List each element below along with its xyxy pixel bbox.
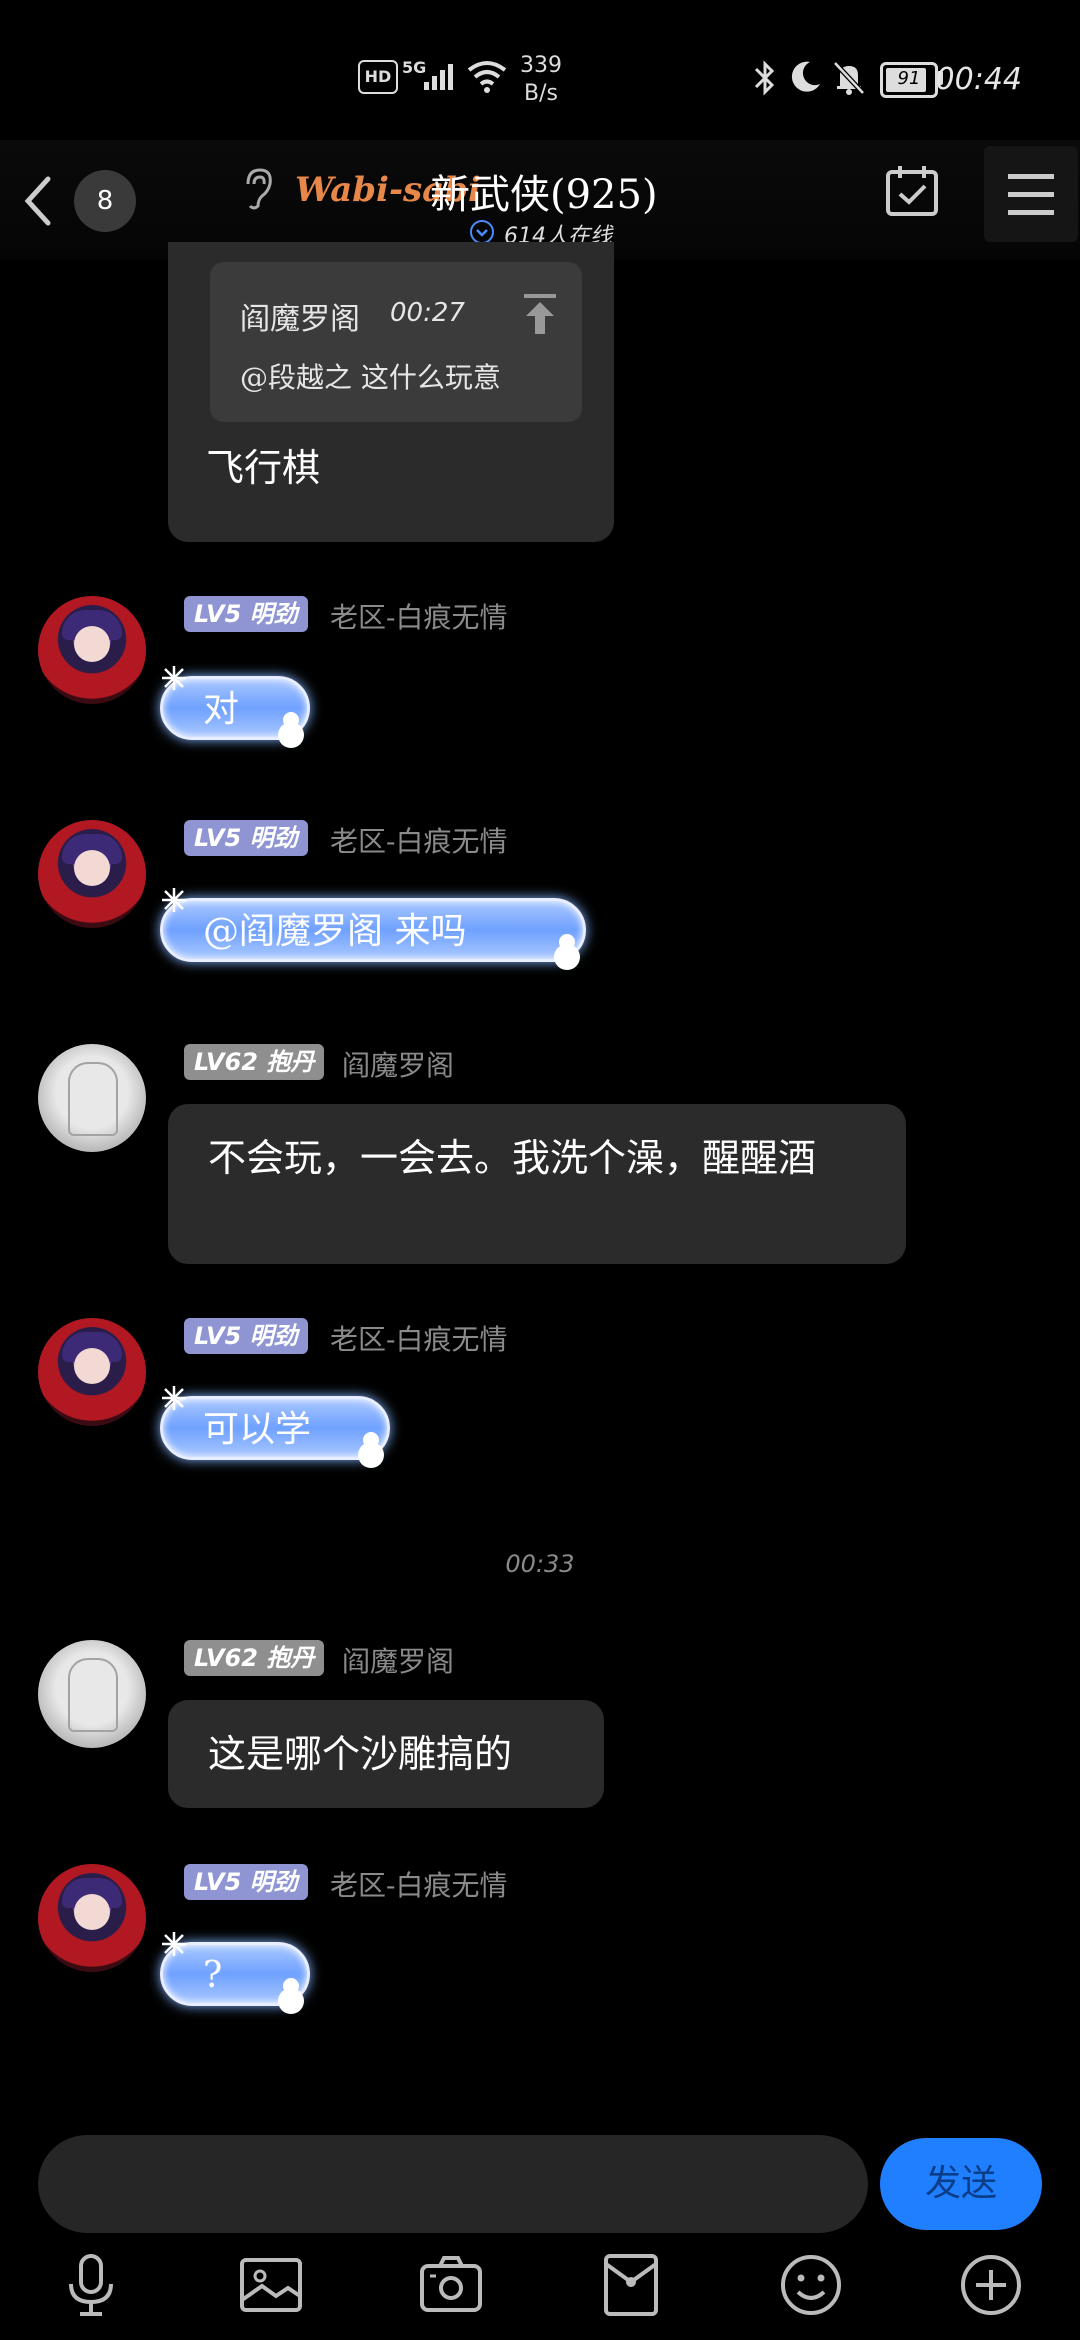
bluetooth-icon: [752, 60, 778, 96]
avatar[interactable]: [38, 1864, 146, 1972]
hd-badge: HD: [358, 60, 398, 94]
sender-name[interactable]: 老区-白痕无情: [330, 820, 507, 860]
level-badge: LV62 抱丹: [184, 1640, 325, 1676]
level-badge: LV5 明劲: [184, 1318, 308, 1354]
emoji-icon[interactable]: [776, 2250, 846, 2320]
camera-icon[interactable]: [416, 2250, 486, 2320]
group-name: 新武侠(925): [430, 172, 658, 218]
snowman-icon: [270, 712, 314, 752]
avatar[interactable]: [38, 596, 146, 704]
level-badge: LV62 抱丹: [184, 1044, 325, 1080]
level-badge: LV5 明劲: [184, 820, 308, 856]
snowman-icon: [270, 1978, 314, 2018]
message-text: 飞行棋: [206, 446, 321, 490]
snowflake-icon: [160, 664, 188, 692]
snowflake-icon: [160, 886, 188, 914]
send-button[interactable]: 发送: [880, 2138, 1042, 2230]
net-speed: 339 B/s: [520, 53, 562, 106]
snowman-icon: [546, 934, 590, 974]
back-button[interactable]: [10, 165, 70, 235]
message-bubble[interactable]: @阎魔罗阁 来吗: [160, 898, 586, 962]
microphone-icon[interactable]: [56, 2250, 126, 2320]
avatar[interactable]: [38, 1640, 146, 1748]
red-packet-icon[interactable]: [596, 2250, 666, 2320]
sender-name[interactable]: 阎魔罗阁: [342, 1640, 454, 1680]
snowman-icon: [350, 1432, 394, 1472]
message-bubble[interactable]: 这是哪个沙雕搞的: [168, 1700, 604, 1808]
message-input[interactable]: [38, 2135, 868, 2233]
mute-bell-icon: [832, 60, 866, 96]
message-timestamp: 00:33: [505, 1550, 575, 1578]
image-icon[interactable]: [236, 2250, 306, 2320]
ear-icon: [240, 166, 274, 212]
battery-icon: 91: [880, 62, 938, 98]
avatar[interactable]: [38, 820, 146, 928]
menu-button[interactable]: [984, 146, 1078, 242]
signal-icon: 5G: [402, 58, 462, 94]
level-badge: LV5 明劲: [184, 1864, 308, 1900]
plus-icon[interactable]: [956, 2250, 1026, 2320]
sender-name[interactable]: 老区-白痕无情: [330, 596, 507, 636]
calendar-check-button[interactable]: [880, 160, 944, 224]
clock: 00:44: [935, 62, 1022, 97]
status-bar: HD 5G 339 B/s 91 00:44: [0, 0, 1080, 160]
snowflake-icon: [160, 1384, 188, 1412]
message-bubble[interactable]: 不会玩，一会去。我洗个澡，醒醒酒: [168, 1104, 906, 1264]
sender-name[interactable]: 阎魔罗阁: [342, 1044, 454, 1084]
moon-icon: [790, 60, 822, 94]
sender-name[interactable]: 老区-白痕无情: [330, 1864, 507, 1904]
jump-to-top-icon[interactable]: [520, 292, 560, 336]
avatar[interactable]: [38, 1044, 146, 1152]
quoted-message[interactable]: 阎魔罗阁 00:27 @段越之 这什么玩意: [210, 262, 582, 422]
level-badge: LV5 明劲: [184, 596, 308, 632]
snowflake-icon: [160, 1930, 188, 1958]
sender-name[interactable]: 老区-白痕无情: [330, 1318, 507, 1358]
avatar[interactable]: [38, 1318, 146, 1426]
unread-count-badge[interactable]: 8: [74, 170, 136, 232]
online-chevron-icon: [470, 220, 494, 244]
wifi-icon: [466, 58, 508, 94]
